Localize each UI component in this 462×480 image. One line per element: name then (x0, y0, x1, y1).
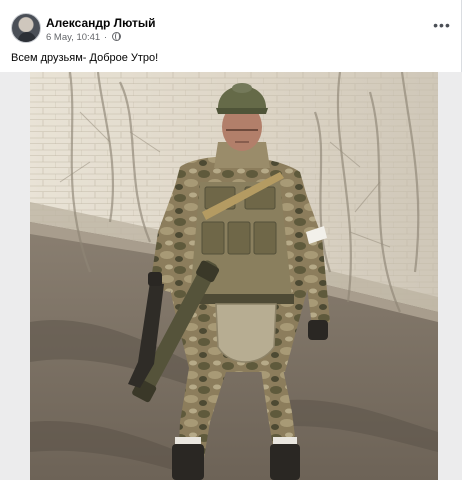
more-options-icon[interactable]: ••• (433, 18, 451, 33)
author-name[interactable]: Александр Лютый (46, 16, 156, 30)
post-meta: 6 May, 10:41 · (46, 32, 121, 43)
post-text: Всем друзьям- Доброе Утро! (11, 52, 159, 64)
meta-separator: · (103, 32, 108, 43)
post-date[interactable]: 6 May, 10:41 (46, 32, 100, 43)
post-card: Александр Лютый 6 May, 10:41 · ••• Всем … (0, 0, 462, 480)
soldier-photo-illustration (30, 72, 438, 480)
photo-frame (0, 72, 462, 480)
globe-icon[interactable] (111, 32, 121, 41)
avatar[interactable] (11, 13, 41, 43)
post-header: Александр Лютый 6 May, 10:41 · ••• (11, 13, 451, 47)
post-photo[interactable] (30, 72, 438, 480)
